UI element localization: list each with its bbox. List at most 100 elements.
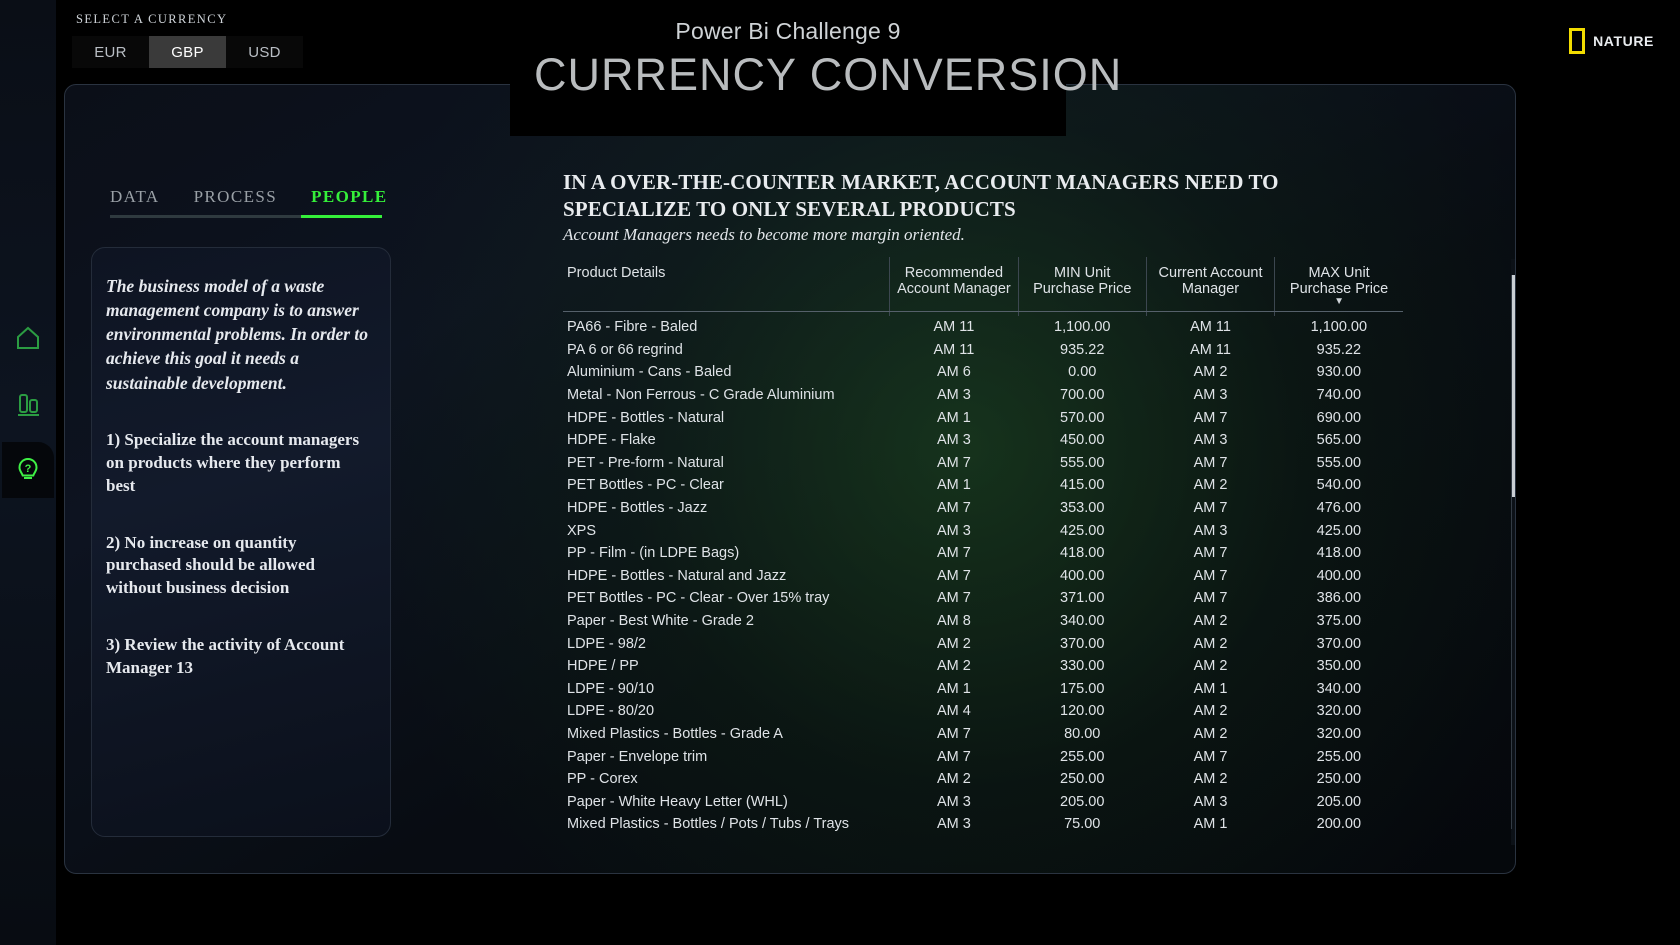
- cell-value: 340.00: [1060, 613, 1105, 630]
- tab-people[interactable]: PEOPLE: [311, 187, 387, 214]
- cell-value: 175.00: [1060, 680, 1105, 697]
- cell-product-details: LDPE - 80/20: [567, 703, 655, 720]
- table-row[interactable]: HDPE - Flake AM 3 450.00 AM 3 565.00: [559, 429, 1403, 452]
- cell-product-details: PP - Corex: [567, 771, 638, 788]
- table-row[interactable]: Paper - White Heavy Letter (WHL) AM 3 205.…: [559, 790, 1403, 813]
- cell-product-details: PP - Film - (in LDPE Bags): [567, 545, 740, 562]
- table-row[interactable]: LDPE - 90/10 AM 1 175.00 AM 1 340.00: [559, 678, 1403, 701]
- currency-button-usd[interactable]: USD: [226, 36, 303, 68]
- table-row[interactable]: PET - Pre-form - Natural AM 7 555.00 AM 7 55…: [559, 452, 1403, 475]
- cell-value: 386.00: [1316, 590, 1362, 607]
- cell-product-details: PET Bottles - PC - Clear: [567, 477, 724, 494]
- cell-value: AM 7: [1193, 567, 1228, 584]
- cell-value: AM 2: [937, 635, 971, 652]
- cell-value: AM 7: [1193, 545, 1228, 562]
- column-header-max-unit-purchase-price[interactable]: MAX Unit Purchase Price ▼: [1274, 257, 1403, 316]
- products-table: Product Details Recommended Account Mana…: [559, 257, 1403, 836]
- brand-logo: NATURE: [1569, 28, 1654, 54]
- currency-button-eur[interactable]: EUR: [72, 36, 149, 68]
- tab-process[interactable]: PROCESS: [194, 187, 278, 214]
- table-row[interactable]: Paper - Best White - Grade 2 AM 8 340.00 AM…: [559, 610, 1403, 633]
- column-header-recommended-account-manager[interactable]: Recommended Account Manager: [889, 257, 1019, 316]
- products-table-container: Product Details Recommended Account Mana…: [559, 257, 1515, 867]
- cell-value: AM 1: [937, 409, 971, 426]
- currency-selector-label: SELECT A CURRENCY: [76, 12, 228, 26]
- column-header-product-details[interactable]: Product Details: [559, 257, 890, 316]
- cell-product-details: Aluminium - Cans - Baled: [567, 364, 732, 381]
- column-header-min-unit-purchase-price[interactable]: MIN Unit Purchase Price: [1017, 257, 1147, 316]
- column-header-line1: Recommended: [904, 265, 1004, 281]
- cell-value: 371.00: [1060, 590, 1105, 607]
- cell-value: 0.00: [1068, 364, 1097, 381]
- cell-value: AM 7: [1193, 500, 1228, 517]
- cell-value: AM 1: [937, 680, 971, 697]
- main-headline: IN A OVER-THE-COUNTER MARKET, ACCOUNT MA…: [563, 170, 1279, 222]
- table-header-rule: [563, 311, 1403, 312]
- cell-value: 340.00: [1316, 680, 1362, 697]
- cell-value: AM 3: [1193, 387, 1228, 404]
- cell-product-details: HDPE - Bottles - Natural: [567, 409, 725, 426]
- cell-value: 120.00: [1060, 703, 1105, 720]
- table-row[interactable]: PET Bottles - PC - Clear AM 1 415.00 AM 2 54…: [559, 474, 1403, 497]
- scroll-up-arrow-icon[interactable]: ▲: [1511, 259, 1515, 275]
- cell-value: AM 4: [937, 703, 971, 720]
- table-row[interactable]: PET Bottles - PC - Clear - Over 15% tray…: [559, 587, 1403, 610]
- cell-value: AM 3: [1193, 432, 1228, 449]
- table-row[interactable]: PP - Corex AM 2 250.00 AM 2 250.00: [559, 768, 1403, 791]
- nav-insights-button[interactable]: ?: [2, 442, 54, 498]
- cell-value: 555.00: [1316, 454, 1362, 471]
- table-row[interactable]: LDPE - 80/20 AM 4 120.00 AM 2 320.00: [559, 700, 1403, 723]
- column-header-line2: Manager: [1181, 281, 1240, 297]
- table-row[interactable]: Paper - Envelope trim AM 7 255.00 AM 7 255.0…: [559, 745, 1403, 768]
- table-row[interactable]: HDPE - Bottles - Natural AM 1 570.00 AM 7 69…: [559, 406, 1403, 429]
- currency-selector: SELECT A CURRENCY EUR GBP USD: [60, 12, 400, 68]
- table-scrollbar-thumb[interactable]: [1512, 275, 1515, 497]
- table-row[interactable]: XPS AM 3 425.00 AM 3 425.00: [559, 519, 1403, 542]
- section-tabs: DATA PROCESS PEOPLE: [110, 187, 388, 214]
- cell-value: 330.00: [1060, 658, 1105, 675]
- tab-data[interactable]: DATA: [110, 187, 160, 214]
- table-header-row: Product Details Recommended Account Mana…: [559, 257, 1403, 316]
- cell-value: 740.00: [1316, 387, 1362, 404]
- cell-value: AM 1: [1193, 680, 1228, 697]
- lightbulb-question-icon: ?: [13, 455, 43, 485]
- cell-product-details: PET Bottles - PC - Clear - Over 15% tray: [567, 590, 830, 607]
- cell-value: AM 11: [933, 341, 975, 358]
- cell-value: 80.00: [1064, 725, 1101, 742]
- cell-value: AM 2: [1193, 613, 1228, 630]
- cell-value: AM 2: [1193, 703, 1228, 720]
- scroll-down-arrow-icon[interactable]: ▼: [1511, 829, 1515, 845]
- nav-home-button[interactable]: [8, 318, 48, 358]
- cell-value: 570.00: [1060, 409, 1105, 426]
- table-row[interactable]: PA66 - Fibre - Baled AM 11 1,100.00 AM 11 1,…: [559, 316, 1403, 339]
- cell-value: 205.00: [1060, 793, 1105, 810]
- nav-reports-button[interactable]: [8, 384, 48, 424]
- table-row[interactable]: Mixed Plastics - Bottles / Pots / Tubs /…: [559, 813, 1403, 836]
- cell-value: AM 2: [1193, 477, 1228, 494]
- cell-value: 418.00: [1316, 545, 1362, 562]
- cell-value: 425.00: [1316, 522, 1362, 539]
- cell-product-details: HDPE / PP: [567, 658, 639, 675]
- column-header-current-account-manager[interactable]: Current Account Manager: [1145, 257, 1275, 316]
- natgeo-rectangle-icon: [1569, 28, 1586, 54]
- table-row[interactable]: PP - Film - (in LDPE Bags) AM 7 418.00 AM 7…: [559, 542, 1403, 565]
- table-row[interactable]: LDPE - 98/2 AM 2 370.00 AM 2 370.00: [559, 632, 1403, 655]
- cell-value: AM 2: [1193, 364, 1228, 381]
- table-row[interactable]: Mixed Plastics - Bottles - Grade A AM 7 80…: [559, 723, 1403, 746]
- table-row[interactable]: Aluminium - Cans - Baled AM 6 0.00 AM 2 930.…: [559, 361, 1403, 384]
- cell-value: 320.00: [1316, 703, 1362, 720]
- table-row[interactable]: Metal - Non Ferrous - C Grade Aluminium A…: [559, 384, 1403, 407]
- cell-value: AM 8: [937, 613, 971, 630]
- table-row[interactable]: PA 6 or 66 regrind AM 11 935.22 AM 11 935.22: [559, 339, 1403, 362]
- table-row[interactable]: HDPE - Bottles - Jazz AM 7 353.00 AM 7 476.0…: [559, 497, 1403, 520]
- narrative-point-1: 1) Specialize the account managers on pr…: [106, 429, 360, 495]
- cell-value: 255.00: [1060, 748, 1105, 765]
- cell-value: AM 1: [1193, 816, 1228, 833]
- table-row[interactable]: HDPE / PP AM 2 330.00 AM 2 350.00: [559, 655, 1403, 678]
- cell-value: 350.00: [1316, 658, 1362, 675]
- table-row[interactable]: HDPE - Bottles - Natural and Jazz AM 7 400…: [559, 565, 1403, 588]
- currency-button-gbp[interactable]: GBP: [149, 36, 226, 68]
- dashboard-subtitle: Power Bi Challenge 9: [675, 18, 901, 44]
- cell-value: 935.22: [1060, 341, 1105, 358]
- cell-value: AM 11: [1190, 319, 1231, 336]
